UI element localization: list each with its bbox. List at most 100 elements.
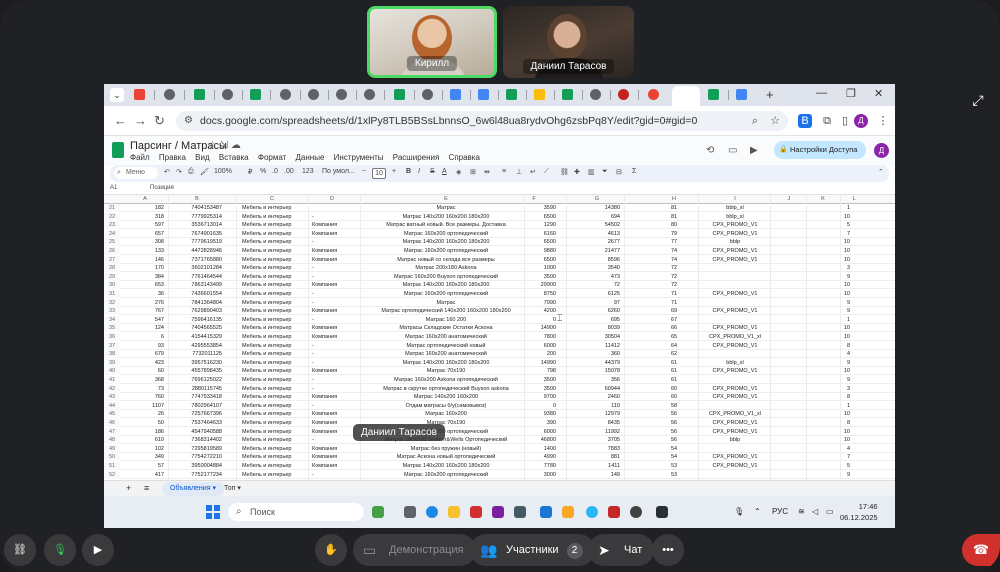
cell-g[interactable]: 15078 — [574, 368, 620, 374]
tab-favicon-icon[interactable] — [450, 89, 461, 100]
edge-icon[interactable] — [426, 506, 438, 518]
undo-icon[interactable]: ↶ — [164, 168, 170, 176]
cell-f[interactable]: 14900 — [512, 325, 556, 331]
currency-icon[interactable]: ₽ — [248, 168, 252, 176]
cell-l[interactable]: 8 — [834, 343, 850, 349]
redo-icon[interactable]: ↷ — [176, 168, 182, 176]
column-header[interactable]: B — [172, 196, 222, 202]
cell-h[interactable]: 71 — [654, 300, 694, 306]
cell-c[interactable]: Мебель и интерьер — [242, 308, 302, 314]
cell-d[interactable]: - — [312, 239, 352, 245]
cell-g[interactable]: 44379 — [574, 360, 620, 366]
cell-e[interactable]: Матрас ватный новый. Все размеры. Достав… — [366, 222, 526, 228]
row-number[interactable]: 41 — [104, 376, 120, 384]
cell-g[interactable]: 2460 — [574, 394, 620, 400]
cell-b[interactable]: 7295819589 — [172, 446, 222, 452]
row-number[interactable]: 21 — [104, 204, 120, 212]
row-number[interactable]: 45 — [104, 410, 120, 419]
task-view-icon[interactable] — [404, 506, 416, 518]
filter-views-icon[interactable]: ⊟ — [616, 168, 622, 176]
microphone-button[interactable]: 🎙 — [44, 534, 76, 566]
cell-g[interactable]: 881 — [574, 454, 620, 460]
cell-e[interactable]: Матрас 200x180 Askona — [366, 265, 526, 271]
cell-a[interactable]: 50 — [126, 420, 164, 426]
cell-b[interactable]: 4557898435 — [172, 368, 222, 374]
add-sheet-icon[interactable]: + — [126, 483, 131, 493]
cell-e[interactable]: Отдам матрасы б/у(самовывоз) — [366, 403, 526, 409]
sheet-grid[interactable]: 21 182 7404153487 Мебель и интерьер Матрас 35… — [104, 204, 895, 480]
cell-e[interactable]: Матрас 140x200 160x200 180x200 — [366, 463, 526, 469]
cell-a[interactable]: 308 — [126, 239, 164, 245]
cell-l[interactable]: 10 — [834, 291, 850, 297]
cell-d[interactable]: Компания — [312, 411, 352, 417]
cell-h[interactable]: 79 — [654, 231, 694, 237]
cell-h[interactable]: 60 — [654, 394, 694, 400]
column-header[interactable]: H — [654, 196, 694, 202]
cell-l[interactable]: 9 — [834, 308, 850, 314]
cell-h[interactable]: 72 — [654, 282, 694, 288]
tab-favicon-icon[interactable] — [506, 89, 517, 100]
table-row[interactable]: 45 26 7257667396 Мебель и интерьер Компания М… — [104, 410, 895, 419]
star-icon[interactable]: ☆ ⇲ ☁ — [208, 140, 241, 151]
cell-d[interactable]: - — [312, 437, 352, 443]
tab-favicon-icon[interactable] — [364, 89, 375, 100]
table-row[interactable]: 23 597 3536713014 Мебель и интерьер Компания… — [104, 221, 895, 230]
cell-i[interactable]: CPX_PROMO_V1 — [704, 308, 766, 314]
cell-c[interactable]: Мебель и интерьер — [242, 265, 302, 271]
cell-e[interactable]: Матрас без пружин (новый) — [366, 446, 526, 452]
row-number[interactable]: 24 — [104, 229, 120, 238]
row-number[interactable]: 28 — [104, 264, 120, 273]
cell-a[interactable]: 349 — [126, 454, 164, 460]
folder-icon[interactable] — [562, 506, 574, 518]
app-icon[interactable] — [470, 506, 482, 518]
row-number[interactable]: 44 — [104, 401, 120, 410]
cell-l[interactable]: 4 — [834, 351, 850, 357]
cell-l[interactable]: 7 — [834, 231, 850, 237]
active-tab[interactable] — [672, 86, 700, 106]
cell-g[interactable]: 72 — [574, 282, 620, 288]
row-number[interactable]: 48 — [104, 436, 120, 445]
taskbar-search-input[interactable]: Поиск — [228, 503, 364, 521]
cell-i[interactable]: CPX_PROMO_V1 — [704, 231, 766, 237]
cell-e[interactable]: Матрас ортопедический 140x200 160x200 18… — [366, 308, 526, 314]
table-row[interactable]: 46 50 7537464633 Мебель и интерьер Компания М… — [104, 419, 895, 427]
functions-icon[interactable]: Σ — [632, 168, 636, 175]
cell-i[interactable]: bblp_xl — [704, 205, 766, 211]
cell-e[interactable]: Матрас — [366, 300, 526, 306]
zoom-select[interactable]: 100% — [214, 168, 232, 175]
table-row[interactable]: 21 182 7404153487 Мебель и интерьер Матрас 35… — [104, 204, 895, 212]
cell-c[interactable]: Мебель и интерьер — [242, 377, 302, 383]
cell-b[interactable]: 7779619519 — [172, 239, 222, 245]
table-row[interactable]: 34 547 7596416135 Мебель и интерьер - Матрас … — [104, 315, 895, 324]
extensions-puzzle-icon[interactable]: ⧉ — [820, 114, 834, 128]
cell-b[interactable]: 7368314402 — [172, 437, 222, 443]
cell-l[interactable]: 9 — [834, 300, 850, 306]
restore-icon[interactable]: ❐ — [846, 87, 856, 100]
cell-h[interactable]: 81 — [654, 214, 694, 220]
cell-f[interactable]: 4990 — [512, 454, 556, 460]
cell-c[interactable]: Мебель и интерьер — [242, 248, 302, 254]
decimal-increase-icon[interactable]: .00 — [284, 168, 294, 175]
tab-favicon-icon[interactable] — [590, 89, 601, 100]
cell-g[interactable]: 21477 — [574, 248, 620, 254]
cell-b[interactable]: 7629890403 — [172, 308, 222, 314]
rotate-icon[interactable]: ⟋ — [544, 168, 549, 176]
cell-g[interactable]: 473 — [574, 274, 620, 280]
cell-h[interactable]: 53 — [654, 472, 694, 478]
tab-favicon-icon[interactable] — [422, 89, 433, 100]
cell-c[interactable]: Мебель и интерьер — [242, 300, 302, 306]
row-number[interactable]: 37 — [104, 341, 120, 350]
collapse-toolbar-icon[interactable]: ⌃ — [878, 168, 884, 176]
cell-a[interactable]: 597 — [126, 222, 164, 228]
column-header[interactable]: D — [312, 196, 352, 202]
cell-b[interactable]: 7404565525 — [172, 325, 222, 331]
tab-favicon-icon[interactable] — [736, 89, 747, 100]
cell-b[interactable]: 7779925314 — [172, 214, 222, 220]
cell-g[interactable]: 3540 — [574, 265, 620, 271]
row-number[interactable]: 49 — [104, 444, 120, 453]
table-row[interactable]: 37 93 4295553854 Мебель и интерьер - Матрас о… — [104, 341, 895, 350]
cell-f[interactable]: 390 — [512, 420, 556, 426]
column-header[interactable]: L — [844, 196, 864, 202]
cell-e[interactable]: Матрас ортопедический новый — [366, 343, 526, 349]
cell-f[interactable]: 7990 — [512, 300, 556, 306]
